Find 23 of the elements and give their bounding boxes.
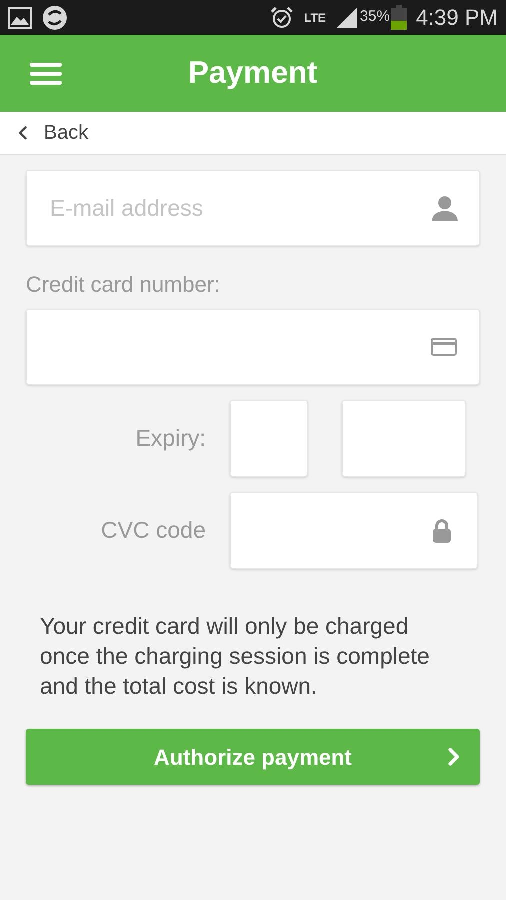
expiry-month-field[interactable] [230,400,308,477]
battery-percent: 35% [360,7,390,28]
card-number-label: Credit card number: [26,271,222,299]
cvc-field[interactable] [230,492,478,569]
picture-icon [8,6,32,28]
expiry-label: Expiry: [134,424,206,454]
page-title: Payment [188,54,318,92]
signal-icon [336,6,358,28]
menu-button[interactable] [30,63,62,85]
sync-icon [42,4,68,30]
card-number-field[interactable] [26,309,480,385]
person-icon [432,195,458,221]
back-button[interactable]: Back [0,118,88,148]
email-field[interactable]: E-mail address [26,170,480,246]
lock-icon [432,518,452,542]
charge-notice: Your credit card will only be charged once the charging session is complete and the total cost is known. [39,612,431,701]
alarm-icon [270,6,294,30]
clock: 4:39 PM [416,4,498,32]
battery-icon [390,4,408,30]
network-label: LTE [304,12,326,24]
expiry-year-field[interactable] [342,400,466,477]
cvc-label: CVC code [100,516,206,546]
credit-card-icon [431,338,457,356]
